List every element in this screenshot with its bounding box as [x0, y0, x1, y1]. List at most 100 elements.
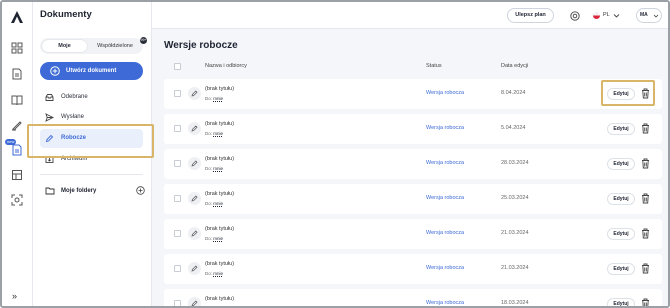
edit-button[interactable]: Edytuj	[607, 298, 635, 306]
edit-button[interactable]: Edytuj	[607, 123, 635, 135]
row-checkbox[interactable]	[174, 90, 181, 97]
status-label: Wersja robocza	[426, 90, 465, 96]
drafts-highlight-box	[27, 124, 154, 158]
status-label: Wersja robocza	[426, 230, 465, 236]
row-checkbox[interactable]	[174, 300, 181, 306]
document-name[interactable]: (brak tytułu)	[205, 156, 234, 162]
column-name: Nazwa i odbiorcy	[205, 63, 247, 69]
shared-count-badge: 99+	[140, 37, 147, 44]
document-name[interactable]: (brak tytułu)	[205, 261, 234, 267]
help-icon[interactable]	[570, 11, 580, 21]
recipient-name: mnie	[213, 96, 224, 101]
app-logo-icon[interactable]	[10, 10, 24, 24]
tab-mine[interactable]: Moje	[42, 40, 87, 52]
create-document-label: Utwórz dokument	[66, 68, 117, 74]
tab-shared[interactable]: Współdzielone	[89, 40, 141, 52]
recipient-name: mnie	[213, 236, 224, 241]
table-row[interactable]: (brak tytułu) Do: mnie Wersja robocza 18…	[164, 289, 662, 308]
document-name[interactable]: (brak tytułu)	[205, 296, 234, 302]
recipients: Do: mnie	[205, 201, 223, 206]
recipients-prefix: Do:	[205, 271, 213, 276]
edit-button[interactable]: Edytuj	[607, 193, 635, 205]
row-checkbox[interactable]	[174, 125, 181, 132]
plus-circle-icon	[50, 66, 60, 76]
trash-icon[interactable]	[641, 263, 650, 274]
trash-icon[interactable]	[641, 193, 650, 204]
edit-button[interactable]: Edytuj	[607, 158, 635, 170]
dashboard-icon[interactable]	[11, 42, 23, 54]
trash-icon[interactable]	[641, 123, 650, 134]
recipient-name: mnie	[213, 166, 224, 171]
edit-date: 21.03.2024	[501, 230, 529, 236]
table-row[interactable]: (brak tytułu) Do: mnie Wersja robocza 21…	[164, 254, 662, 284]
user-menu[interactable]: MA	[636, 8, 662, 23]
trash-icon[interactable]	[641, 298, 650, 308]
table-row[interactable]: (brak tytułu) Do: mnie Wersja robocza 25…	[164, 184, 662, 214]
signature-icon[interactable]	[11, 119, 23, 131]
folder-icon	[45, 187, 55, 195]
document-name[interactable]: (brak tytułu)	[205, 86, 234, 92]
avatar-initials: MA	[640, 12, 648, 18]
row-checkbox[interactable]	[174, 230, 181, 237]
draft-type-icon	[188, 297, 201, 306]
expand-sidebar-icon[interactable]: »	[12, 291, 17, 301]
edit-button[interactable]: Edytuj	[607, 228, 635, 240]
recipients: Do: mnie	[205, 166, 223, 171]
status-label: Wersja robocza	[426, 195, 465, 201]
status-label: Wersja robocza	[426, 265, 465, 271]
app-window: new » Dokumenty Moje Współdzielone Utwór…	[0, 0, 670, 308]
language-selector[interactable]: PL	[593, 9, 623, 22]
row-checkbox[interactable]	[174, 160, 181, 167]
edit-date: 18.03.2024	[501, 300, 529, 306]
documents-icon[interactable]	[11, 144, 23, 156]
recipient-name: mnie	[213, 201, 224, 206]
sidebar-item-label: Odebrane	[61, 94, 88, 100]
sidebar-divider	[40, 174, 143, 175]
select-all-checkbox[interactable]	[174, 63, 181, 70]
upgrade-plan-button[interactable]: Ulepsz plan	[507, 8, 554, 23]
recipients-prefix: Do:	[205, 166, 213, 171]
trash-icon[interactable]	[641, 158, 650, 169]
recipients-prefix: Do:	[205, 96, 213, 101]
recipients: Do: mnie	[205, 236, 223, 241]
templates-icon[interactable]	[11, 169, 23, 181]
recipient-name: mnie	[213, 131, 224, 136]
edit-date: 8.04.2024	[501, 90, 526, 96]
scan-icon[interactable]	[11, 194, 23, 206]
table-row[interactable]: (brak tytułu) Do: mnie Wersja robocza 28…	[164, 149, 662, 179]
document-icon[interactable]	[11, 68, 23, 80]
drafts-panel: Wersje robocze Nazwa i odbiorcy Status D…	[152, 29, 668, 308]
document-name[interactable]: (brak tytułu)	[205, 191, 234, 197]
book-icon[interactable]	[11, 94, 23, 106]
trash-icon[interactable]	[641, 228, 650, 239]
recipients: Do: mnie	[205, 96, 223, 101]
top-bar: Ulepsz plan PL MA	[152, 2, 668, 29]
page-title: Wersje robocze	[164, 40, 238, 51]
create-document-button[interactable]: Utwórz dokument	[40, 62, 143, 80]
row-checkbox[interactable]	[174, 265, 181, 272]
recipient-name: mnie	[213, 271, 224, 276]
my-folders-section[interactable]: Moje foldery	[40, 182, 145, 200]
chevron-down-icon	[653, 14, 659, 18]
table-row[interactable]: (brak tytułu) Do: mnie Wersja robocza 8.…	[164, 79, 662, 109]
edit-button[interactable]: Edytuj	[607, 263, 635, 275]
language-code: PL	[603, 12, 610, 18]
sidebar-item-received[interactable]: Odebrane	[40, 88, 143, 107]
add-folder-icon[interactable]	[136, 186, 145, 195]
recipients: Do: mnie	[205, 271, 223, 276]
document-name[interactable]: (brak tytułu)	[205, 121, 234, 127]
poland-flag-icon	[593, 12, 600, 19]
table-header: Nazwa i odbiorcy Status Data edycji	[164, 60, 662, 74]
sidebar-item-label: Wysłane	[61, 114, 84, 120]
table-row[interactable]: (brak tytułu) Do: mnie Wersja robocza 5.…	[164, 114, 662, 144]
status-label: Wersja robocza	[426, 125, 465, 131]
recipients-prefix: Do:	[205, 131, 213, 136]
draft-type-icon	[188, 227, 201, 240]
status-label: Wersja robocza	[426, 300, 465, 306]
my-folders-label: Moje foldery	[61, 188, 97, 194]
table-row[interactable]: (brak tytułu) Do: mnie Wersja robocza 21…	[164, 219, 662, 249]
row-checkbox[interactable]	[174, 195, 181, 202]
document-name[interactable]: (brak tytułu)	[205, 226, 234, 232]
edit-date: 5.04.2024	[501, 125, 526, 131]
draft-type-icon	[188, 157, 201, 170]
